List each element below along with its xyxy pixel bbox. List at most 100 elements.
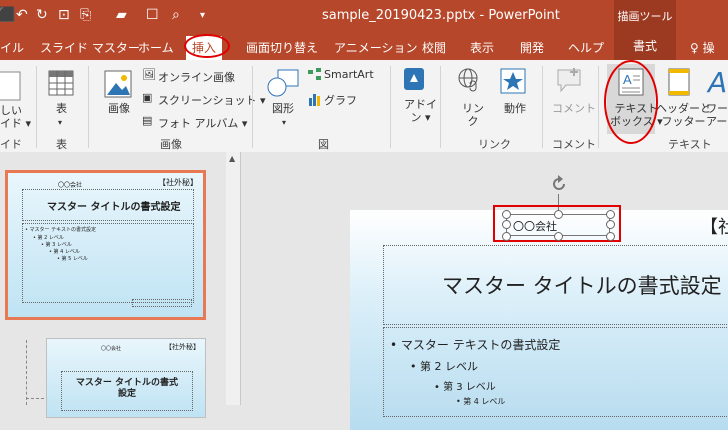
- addin-icon[interactable]: [404, 68, 424, 90]
- resize-handle[interactable]: [554, 210, 563, 219]
- ribbon-tabs: イル スライド マスター ホーム 挿入 画面切り替え アニメーション 校閲 表示…: [0, 32, 728, 60]
- thumb-body-placeholder: • マスター テキストの書式設定 • 第 2 レベル • 第 3 レベル • 第…: [22, 223, 194, 303]
- separator: [88, 66, 89, 148]
- group-table-label: 表: [56, 138, 67, 151]
- shapes-icon[interactable]: [266, 68, 300, 98]
- resize-handle[interactable]: [502, 210, 511, 219]
- wordart-label[interactable]: ワー アート: [706, 102, 728, 128]
- screenshot-icon[interactable]: ▣: [142, 91, 152, 104]
- thumb-bullet-1: • マスター テキストの書式設定: [25, 227, 96, 233]
- table-label[interactable]: 表: [56, 102, 67, 115]
- group-link-label: リンク: [478, 138, 511, 151]
- tab-file[interactable]: イル: [0, 39, 24, 56]
- action-icon[interactable]: [500, 68, 526, 94]
- title-placeholder[interactable]: マスター タイトルの書式設定: [383, 245, 728, 325]
- layout-connector: [26, 340, 28, 405]
- thumb-company: 〇〇会社: [101, 346, 122, 352]
- context-header-drawing-tools: 描画ツール: [614, 0, 676, 32]
- undo-icon[interactable]: ↶: [16, 7, 28, 23]
- slide-bullet-2[interactable]: • 第 2 レベル: [410, 358, 478, 374]
- separator: [390, 66, 391, 148]
- document-title: sample_20190423.pptx - PowerPoint: [322, 8, 560, 23]
- thumb-confidential: 【社外秘】: [165, 343, 200, 351]
- header-footer-icon[interactable]: [668, 68, 690, 96]
- graph-icon[interactable]: [308, 92, 322, 106]
- thumb-bullet-4: • 第 4 レベル: [49, 249, 80, 255]
- resize-handle[interactable]: [502, 220, 511, 229]
- resize-handle[interactable]: [606, 210, 615, 219]
- slide-thumbnail-master[interactable]: 〇〇会社 【社外秘】 マスター タイトルの書式設定 • マスター テキストの書式…: [5, 170, 206, 320]
- highlight-circle-textbox: [604, 60, 658, 144]
- tab-format[interactable]: 書式: [614, 32, 676, 60]
- photo-album-icon[interactable]: ▤: [142, 114, 152, 127]
- photo-album-button[interactable]: フォト アルバム ▾: [158, 115, 247, 131]
- slide-bullet-3[interactable]: • 第 3 レベル: [434, 378, 496, 393]
- image-label[interactable]: 画像: [108, 102, 130, 115]
- resize-handle[interactable]: [606, 220, 615, 229]
- tab-developer[interactable]: 開発: [520, 39, 544, 56]
- online-image-icon[interactable]: 🖼: [142, 68, 156, 81]
- comment-icon[interactable]: [556, 68, 582, 94]
- group-image-label: 画像: [160, 138, 182, 151]
- new-slide-label[interactable]: しい イド ▾: [0, 104, 31, 130]
- smartart-button[interactable]: SmartArt: [324, 68, 374, 81]
- thumb-bullet-3: • 第 3 レベル: [41, 242, 72, 248]
- table-icon[interactable]: [48, 70, 74, 96]
- customize-qat-icon[interactable]: ▾: [200, 10, 205, 21]
- group-comment-label: コメント: [552, 138, 596, 151]
- format-painter-icon[interactable]: ⎘: [80, 7, 91, 23]
- group-text-label: テキスト: [668, 138, 712, 151]
- thumb-title-placeholder: マスター タイトルの書式設定: [22, 189, 194, 221]
- group-figure-label: 図: [318, 138, 329, 151]
- new-slide-icon[interactable]: [0, 70, 26, 102]
- slide-thumbnail-title-layout[interactable]: 〇〇会社 【社外秘】 マスター タイトルの書式 設定: [46, 338, 206, 418]
- slide-bullet-1[interactable]: • マスター テキストの書式設定: [390, 336, 560, 353]
- online-image-button[interactable]: オンライン画像: [158, 69, 235, 85]
- slide-title[interactable]: マスター タイトルの書式設定: [442, 270, 722, 300]
- screenshot-button[interactable]: スクリーンショット ▾: [158, 92, 265, 108]
- action-label[interactable]: 動作: [504, 102, 526, 115]
- redo-icon[interactable]: ↻: [36, 7, 48, 23]
- scroll-up-icon[interactable]: ▲: [229, 154, 235, 163]
- table-dropdown-icon[interactable]: ▾: [58, 116, 62, 129]
- slideshow-icon[interactable]: ⊡: [58, 7, 70, 23]
- header-footer-label[interactable]: ヘッダーと フッター: [656, 102, 711, 128]
- save-icon[interactable]: ⬛: [0, 7, 15, 23]
- resize-handle[interactable]: [554, 232, 563, 241]
- slide-confidential-text[interactable]: 【社: [700, 213, 728, 239]
- comment-label[interactable]: コメント: [552, 102, 596, 115]
- tab-transitions[interactable]: 画面切り替え: [246, 39, 318, 56]
- resize-handle[interactable]: [606, 232, 615, 241]
- tab-help[interactable]: ヘルプ: [568, 39, 604, 56]
- addin-label[interactable]: アドイ ン ▾: [404, 98, 437, 124]
- image-icon[interactable]: [104, 70, 132, 98]
- tab-view[interactable]: 表示: [470, 39, 494, 56]
- group-slide-label: イド: [0, 138, 22, 151]
- shapes-dropdown-icon[interactable]: ▾: [282, 116, 286, 129]
- print-preview-icon[interactable]: ⌕: [172, 7, 180, 23]
- new-file-icon[interactable]: ☐: [146, 7, 159, 23]
- separator: [542, 66, 543, 148]
- graph-button[interactable]: グラフ: [324, 92, 357, 108]
- tab-animations[interactable]: アニメーション: [334, 39, 418, 56]
- link-label[interactable]: リン ク: [462, 102, 484, 128]
- body-placeholder[interactable]: • マスター テキストの書式設定 • 第 2 レベル • 第 3 レベル • 第…: [383, 327, 728, 417]
- tab-review[interactable]: 校閲: [422, 39, 446, 56]
- link-icon[interactable]: [456, 68, 480, 94]
- rotate-handle-icon[interactable]: [549, 174, 569, 194]
- separator: [598, 66, 599, 148]
- title-bar: ⬛ ↶ ↻ ⊡ ⎘ ▰ ☐ ⌕ ▾ sample_20190423.pptx -…: [0, 0, 728, 32]
- open-folder-icon[interactable]: ▰: [116, 7, 127, 23]
- shapes-label[interactable]: 図形: [272, 102, 294, 115]
- wordart-icon[interactable]: A: [708, 66, 727, 99]
- tab-home[interactable]: ホーム: [138, 39, 174, 56]
- highlight-circle-insert-tab: [184, 34, 230, 58]
- separator: [440, 66, 441, 148]
- slide-bullet-4[interactable]: • 第 4 レベル: [456, 396, 505, 407]
- tab-tell-me[interactable]: ♀ 操: [690, 39, 715, 56]
- textbox-company-text[interactable]: 〇〇会社: [513, 218, 557, 234]
- resize-handle[interactable]: [502, 232, 511, 241]
- thumbnail-scrollbar[interactable]: ▲: [226, 152, 240, 405]
- smartart-icon[interactable]: [308, 68, 322, 82]
- tab-slide-master[interactable]: スライド マスター: [40, 39, 140, 56]
